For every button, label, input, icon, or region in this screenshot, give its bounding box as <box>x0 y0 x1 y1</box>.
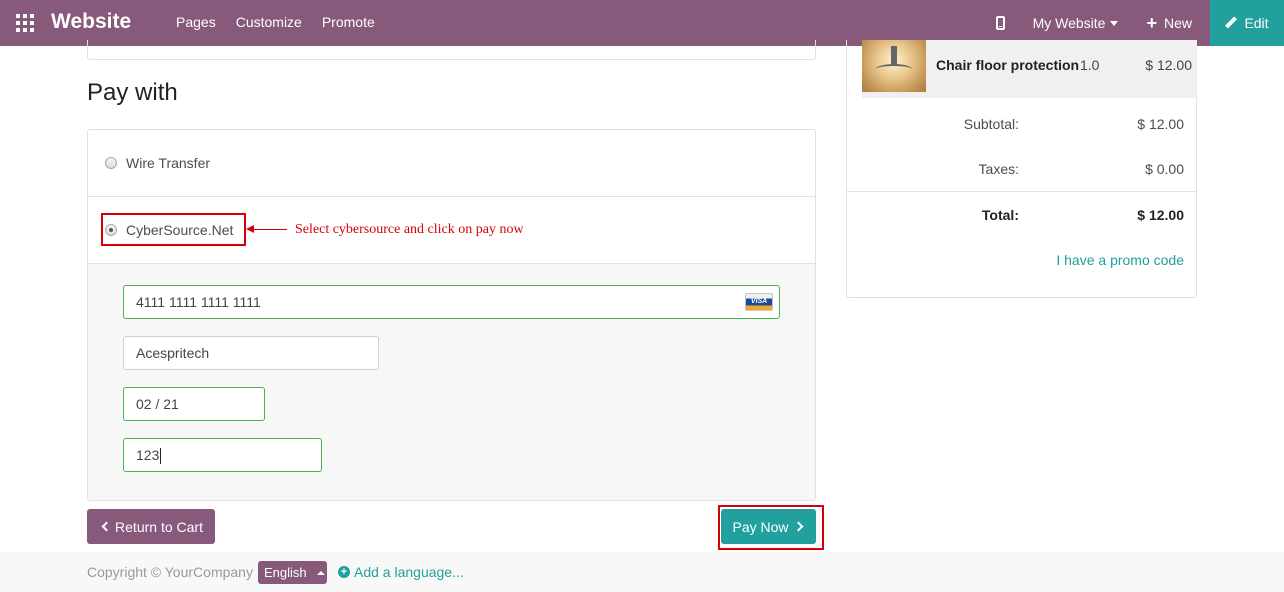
wire-transfer-label: Wire Transfer <box>126 155 211 171</box>
copyright-text: Copyright © YourCompany <box>87 564 253 580</box>
my-website-label: My Website <box>1032 15 1106 31</box>
edit-button[interactable]: Edit <box>1210 0 1284 46</box>
language-selector[interactable]: English <box>258 561 327 584</box>
chevron-down-icon <box>1110 20 1119 26</box>
main-menu: Pages Customize Promote <box>176 14 375 30</box>
taxes-label: Taxes: <box>978 161 1019 177</box>
mobile-preview-icon[interactable] <box>995 16 1005 30</box>
edit-label: Edit <box>1244 15 1269 31</box>
promo-code-link[interactable]: I have a promo code <box>1056 252 1184 268</box>
product-name[interactable]: Chair floor protection <box>936 57 1079 73</box>
payment-option-wire-transfer[interactable]: Wire Transfer <box>88 130 815 197</box>
pencil-icon <box>1225 17 1237 29</box>
total-label: Total: <box>981 207 1019 223</box>
menu-customize[interactable]: Customize <box>236 14 302 30</box>
card-cvc-value: 123 <box>136 447 160 463</box>
caret-up-icon <box>316 570 325 575</box>
summary-divider <box>847 191 1196 192</box>
return-to-cart-button[interactable]: Return to Cart <box>87 509 215 544</box>
wire-transfer-radio[interactable] <box>105 157 117 169</box>
chevron-right-icon <box>793 521 803 532</box>
menu-pages[interactable]: Pages <box>176 14 216 30</box>
annotation-text: Select cybersource and click on pay now <box>295 222 524 237</box>
chevron-left-icon <box>101 521 112 532</box>
cybersource-label: CyberSource.Net <box>126 222 234 238</box>
card-expiry-value: 02 / 21 <box>136 396 179 412</box>
product-price: $ 12.00 <box>1145 57 1192 73</box>
card-number-value: 4111 1111 1111 1111 <box>136 294 261 310</box>
card-cvc-field[interactable]: 123 <box>123 438 322 472</box>
new-button[interactable]: + New <box>1146 14 1192 32</box>
plus-icon: + <box>1146 13 1157 33</box>
cart-line-item: Chair floor protection 1.0 $ 12.00 <box>862 40 1197 98</box>
subtotal-label: Subtotal: <box>963 116 1019 132</box>
subtotal-value: $ 12.00 <box>1137 116 1184 132</box>
order-summary: Chair floor protection 1.0 $ 12.00 Subto… <box>846 40 1197 298</box>
address-panel-fragment <box>87 40 816 60</box>
brand-title[interactable]: Website <box>51 10 131 34</box>
taxes-value: $ 0.00 <box>1145 161 1184 177</box>
language-label: English <box>264 565 307 580</box>
card-number-field[interactable]: 4111 1111 1111 1111 VISA <box>123 285 780 319</box>
annotation-arrow-icon <box>246 225 254 233</box>
plus-circle-icon: + <box>338 566 350 578</box>
card-holder-value: Acespritech <box>136 345 210 361</box>
visa-card-icon: VISA <box>745 293 773 311</box>
card-details-form: 4111 1111 1111 1111 VISA Acespritech 02 … <box>88 264 815 500</box>
payment-option-cybersource[interactable]: CyberSource.Net Select cybersource and c… <box>88 197 815 264</box>
menu-promote[interactable]: Promote <box>322 14 375 30</box>
total-value: $ 12.00 <box>1137 207 1184 223</box>
pay-with-heading: Pay with <box>87 79 178 106</box>
card-expiry-field[interactable]: 02 / 21 <box>123 387 265 421</box>
pay-now-button[interactable]: Pay Now <box>721 509 816 544</box>
add-language-label: Add a language... <box>354 564 464 580</box>
text-cursor <box>160 448 162 465</box>
page-footer: Copyright © YourCompany English + Add a … <box>0 552 1284 592</box>
return-to-cart-label: Return to Cart <box>115 518 203 535</box>
payment-methods-panel: Wire Transfer CyberSource.Net Select cyb… <box>87 129 816 501</box>
product-qty: 1.0 <box>1080 57 1100 73</box>
my-website-dropdown[interactable]: My Website <box>1033 15 1119 31</box>
add-language-link[interactable]: + Add a language... <box>338 564 464 580</box>
card-holder-field[interactable]: Acespritech <box>123 336 379 370</box>
apps-grid-icon[interactable] <box>16 14 34 32</box>
new-label: New <box>1163 15 1192 31</box>
cybersource-radio[interactable] <box>105 224 117 236</box>
annotation-arrow-line <box>251 229 287 230</box>
product-thumbnail[interactable] <box>862 40 926 92</box>
pay-now-label: Pay Now <box>732 518 789 535</box>
